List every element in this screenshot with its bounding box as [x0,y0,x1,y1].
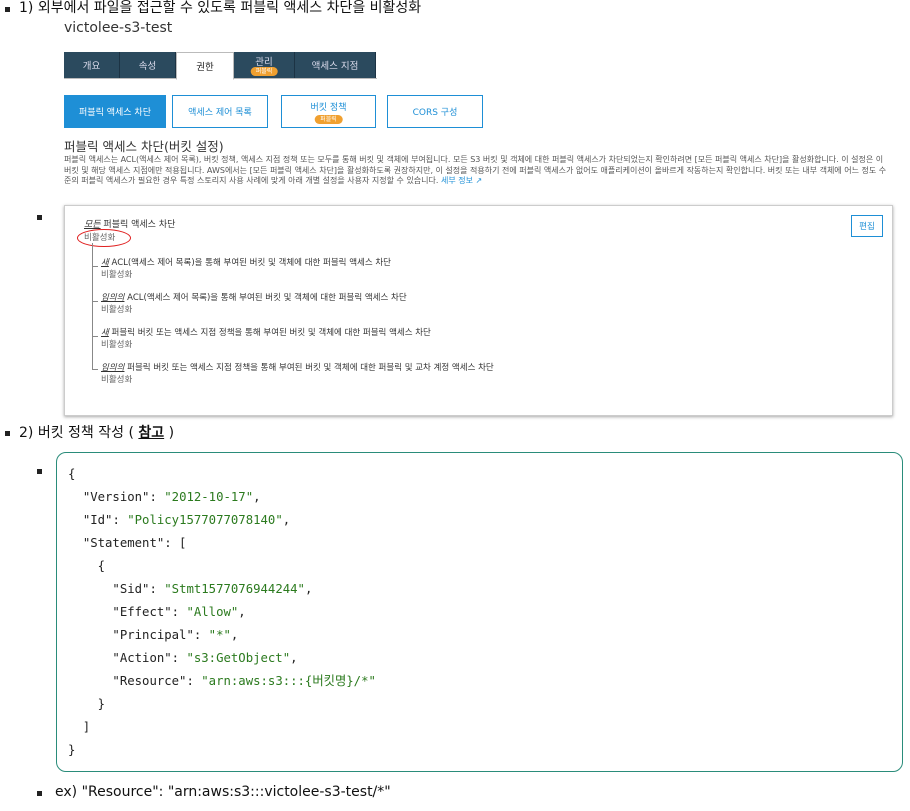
cors-button[interactable]: CORS 구성 [387,95,483,128]
tree-branch [92,336,98,337]
setting-item: 새 퍼블릭 버킷 또는 액세스 지점 정책을 통해 부여된 버킷 및 객체에 대… [101,326,431,338]
setting-item: 새 ACL(액세스 제어 목록)을 통해 부여된 버킷 및 객체에 대한 퍼블릭… [101,256,391,268]
tab-overview[interactable]: 개요 [64,52,120,78]
code-line: ] [68,720,91,734]
acl-button[interactable]: 액세스 제어 목록 [172,95,268,128]
code-line: "Sid": "Stmt1577076944244", [112,582,313,596]
setting-item: 임의의 퍼블릭 버킷 또는 액세스 지점 정책을 통해 부여된 버킷 및 객체에… [101,361,494,373]
tab-label: 액세스 지점 [311,61,359,72]
bucket-title: victolee-s3-test [64,20,173,36]
setting-label: ACL(액세스 제어 목록)을 통해 부여된 버킷 및 객체에 대한 퍼블릭 액… [124,293,407,303]
subtab-label: 퍼블릭 액세스 차단 [79,108,151,118]
emphasis: 새 [101,328,109,338]
bucket-policy-button[interactable]: 버킷 정책퍼블릭 [281,95,376,128]
setting-label: 퍼블릭 버킷 또는 액세스 지점 정책을 통해 부여된 버킷 및 객체에 대한 … [108,328,431,338]
tree-branch [92,369,98,370]
subtab-label: 액세스 제어 목록 [188,108,252,118]
external-link-icon: ↗ [472,176,483,185]
setting-status: 비활성화 [101,270,133,280]
code-line: { [68,467,76,481]
tab-permissions[interactable]: 권한 [176,52,234,80]
step2-text: 2) 버킷 정책 작성 ( 참고 ) [19,424,174,442]
tree-connector [92,243,93,369]
block-public-access-panel: 편집 모든 퍼블릭 액세스 차단 비활성화 새 ACL(액세스 제어 목록)을 … [64,205,893,416]
section-description: 퍼블릭 액세스는 ACL(액세스 제어 목록), 버킷 정책, 액세스 지점 정… [64,155,890,187]
setting-status: 비활성화 [101,305,133,315]
code-line: } [68,743,76,757]
emphasis: 임의의 [101,363,125,373]
tab-label: 권한 [196,62,214,73]
learn-more-link[interactable]: 세부 정보 [441,176,473,185]
tree-branch [92,266,98,267]
bucket-policy-code-block[interactable]: { "Version": "2012-10-17", "Id": "Policy… [56,452,903,772]
list-bullet [37,791,42,796]
list-bullet [5,431,10,436]
code-line: } [68,697,106,711]
block-all-public-access-title: 모든 퍼블릭 액세스 차단 [84,217,175,230]
list-bullet [37,215,42,220]
public-badge: 퍼블릭 [314,115,343,124]
block-public-access-button[interactable]: 퍼블릭 액세스 차단 [64,95,166,128]
public-badge: 퍼블릭 [250,67,278,76]
code-line: "Action": "s3:GetObject", [112,651,298,665]
reference-link[interactable]: 참고 [138,425,164,441]
step2-suffix: ) [164,425,175,441]
code-line: "Id": "Policy1577077078140", [82,513,291,527]
setting-label: ACL(액세스 제어 목록)을 통해 부여된 버킷 및 객체에 대한 퍼블릭 액… [108,258,392,268]
example-text: ex) "Resource": "arn:aws:s3:::victolee-s… [55,784,391,800]
subtab-label: CORS 구성 [412,108,458,118]
emphasis: 임의의 [101,293,125,303]
setting-status: 비활성화 [101,375,133,385]
setting-status: 비활성화 [101,340,133,350]
code-line: "Principal": "*", [112,628,239,642]
code-line: "Statement": [ [82,536,187,550]
code-line: { [68,559,106,573]
edit-label: 편집 [859,222,875,232]
tab-management[interactable]: 관리 퍼블릭 [234,52,295,78]
section-title: 퍼블릭 액세스 차단(버킷 설정) [64,139,224,154]
code-line: "Version": "2012-10-17", [82,490,261,504]
code-line: "Resource": "arn:aws:s3:::{버킷명}/*" [112,674,376,688]
tab-label: 속성 [138,61,157,72]
subtab-label: 버킷 정책 [310,103,347,113]
tab-access-points[interactable]: 액세스 지점 [295,52,376,78]
list-bullet [5,7,10,12]
edit-button[interactable]: 편집 [851,215,883,237]
code-line: "Effect": "Allow", [112,605,246,619]
red-circle-annotation [77,229,131,247]
tree-branch [92,301,98,302]
step1-text: 1) 외부에서 파일을 접근할 수 있도록 퍼블릭 액세스 차단을 비활성화 [19,0,422,16]
tab-label: 개요 [82,61,101,72]
emphasis: 새 [101,258,109,268]
list-bullet [37,469,42,474]
tab-label: 관리 [255,57,273,68]
setting-item: 임의의 ACL(액세스 제어 목록)을 통해 부여된 버킷 및 객체에 대한 퍼… [101,291,407,303]
step2-prefix: 2) 버킷 정책 작성 ( [19,425,139,441]
tab-bar: 개요 속성 권한 관리 퍼블릭 액세스 지점 [64,52,377,80]
tab-properties[interactable]: 속성 [120,52,176,78]
setting-label: 퍼블릭 버킷 또는 액세스 지점 정책을 통해 부여된 버킷 및 객체에 대한 … [124,363,494,373]
